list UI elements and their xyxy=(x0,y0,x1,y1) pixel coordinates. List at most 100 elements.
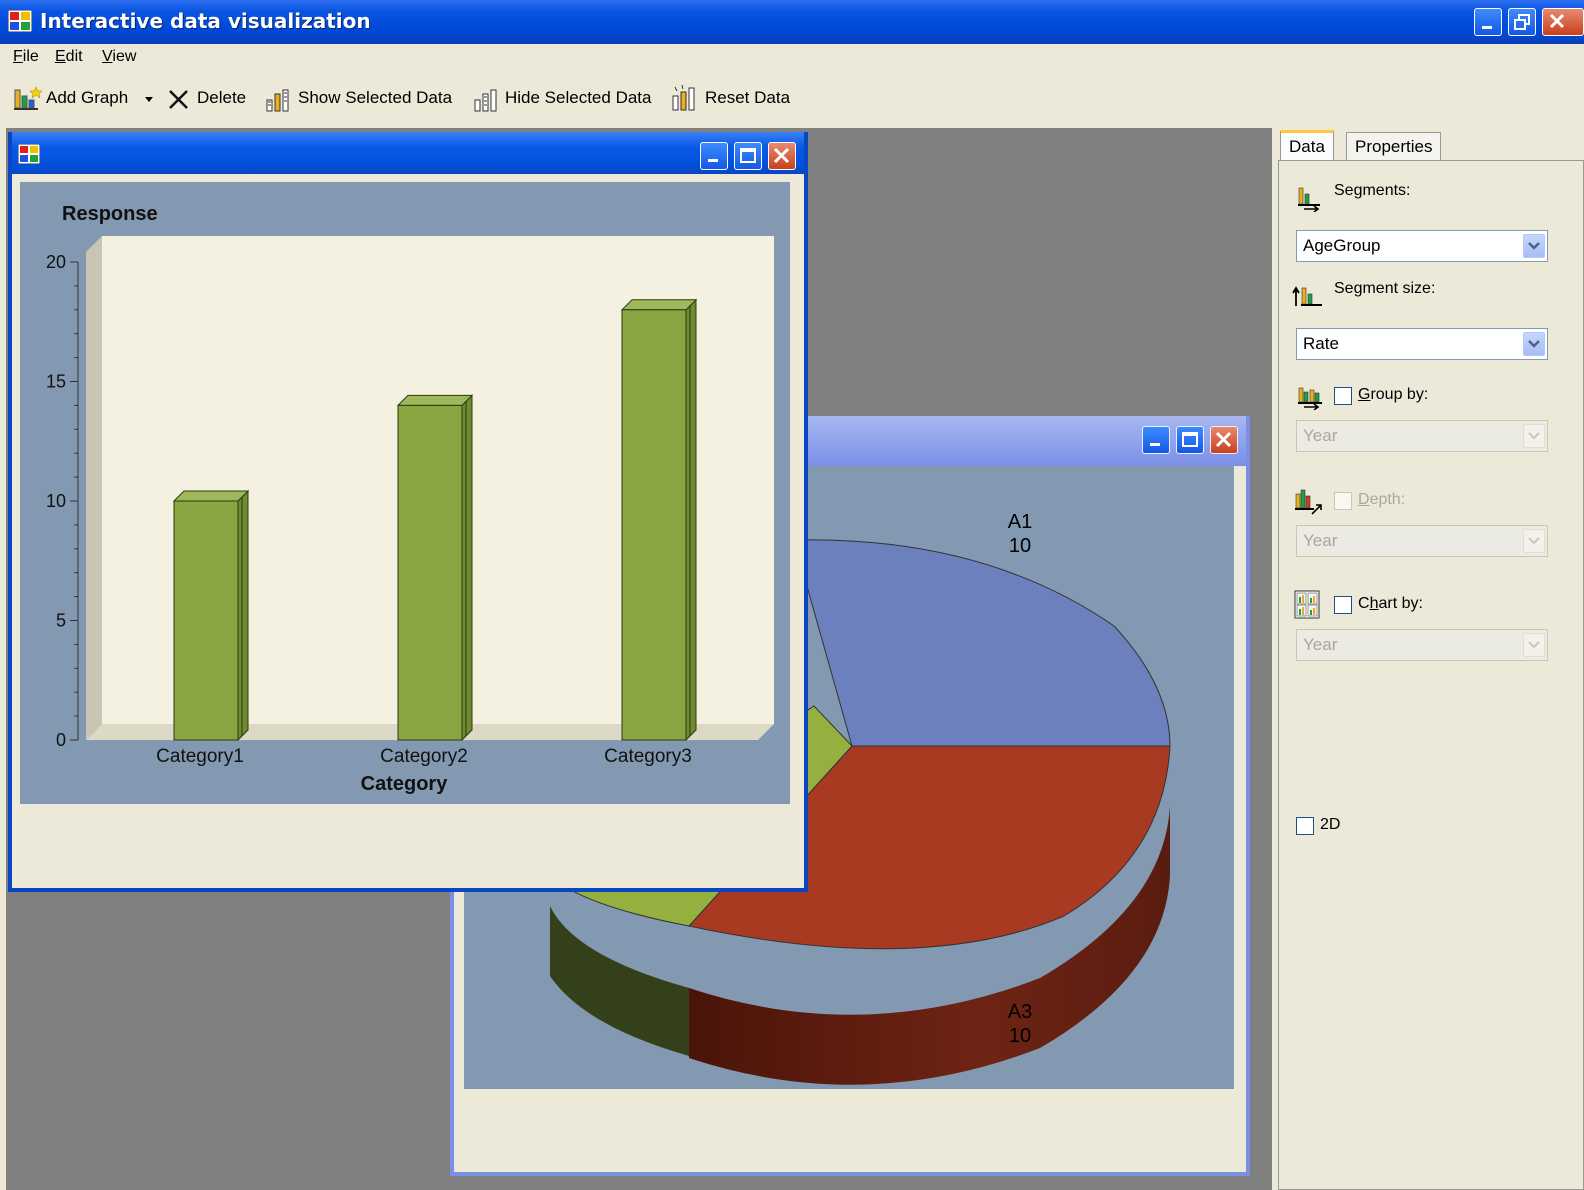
chevron-down-icon xyxy=(1523,633,1545,657)
restore-button[interactable] xyxy=(1508,8,1536,36)
tab-properties[interactable]: Properties xyxy=(1346,132,1442,162)
bar-side-1 xyxy=(237,489,249,742)
group-by-checkbox[interactable] xyxy=(1334,387,1352,405)
segment-size-value: Rate xyxy=(1303,334,1339,353)
pie-label-a1-name: A1 xyxy=(1008,511,1032,533)
segments-icon xyxy=(1298,187,1320,212)
y-tick-label: 15 xyxy=(46,372,66,392)
menu-edit-label: dit xyxy=(65,48,83,65)
bar-side-2 xyxy=(461,394,473,742)
two-d-checkbox[interactable] xyxy=(1296,817,1314,835)
tab-page-data xyxy=(1278,160,1584,1190)
segment-size-label: Segment size: xyxy=(1334,280,1436,297)
chart-by-checkbox[interactable] xyxy=(1334,596,1352,614)
depth-icon xyxy=(1295,489,1322,515)
depth-accel: D xyxy=(1358,491,1370,508)
menu-file-label: ile xyxy=(22,48,39,65)
group-by-label: Group by: xyxy=(1358,386,1428,404)
segments-value: AgeGroup xyxy=(1303,236,1381,255)
group-by-value: Year xyxy=(1303,426,1338,445)
toolbar: Add Graph Delete Show Selected Data Hide… xyxy=(0,74,1584,126)
hide-selected-data-icon xyxy=(474,89,497,112)
menu-view[interactable]: View xyxy=(102,48,136,66)
depth-label: Depth: xyxy=(1358,491,1405,509)
chevron-down-icon xyxy=(1523,529,1545,553)
bar-window-maximize-button[interactable] xyxy=(734,142,762,170)
bar-window-title-bar[interactable] xyxy=(12,132,804,174)
tab-data[interactable]: Data xyxy=(1280,130,1334,160)
chart-by-label-text: art by: xyxy=(1378,595,1423,612)
show-selected-data-icon xyxy=(266,89,289,112)
main-title-bar[interactable]: Interactive data visualization xyxy=(0,0,1584,44)
segments-label: Segments: xyxy=(1334,182,1411,199)
x-tick-label: Category3 xyxy=(604,746,692,767)
chart-by-icon xyxy=(1294,590,1320,619)
chevron-down-icon xyxy=(1523,424,1545,448)
delete-button[interactable]: Delete xyxy=(197,88,246,108)
bar-top-1 xyxy=(172,490,250,502)
app-icon xyxy=(8,10,32,32)
chart-by-value: Year xyxy=(1303,635,1338,654)
chart-by-dropdown[interactable]: Year xyxy=(1296,629,1548,661)
pie-window-maximize-button[interactable] xyxy=(1176,426,1204,454)
add-graph-button[interactable]: Add Graph xyxy=(46,88,128,108)
menu-file[interactable]: File xyxy=(13,48,39,66)
depth-label-text: epth: xyxy=(1369,491,1406,508)
properties-panel: Data Properties Segments: AgeGroup Segme… xyxy=(1276,128,1584,1190)
reset-data-button[interactable]: Reset Data xyxy=(705,88,790,108)
x-tick-label: Category1 xyxy=(156,746,244,767)
y-tick-label: 5 xyxy=(56,611,66,631)
bar-top-2 xyxy=(396,394,474,406)
pie-label-a3-name: A3 xyxy=(1008,1001,1032,1023)
pie-window-minimize-button[interactable] xyxy=(1142,426,1170,454)
bar-chart-side-wall xyxy=(86,236,102,740)
close-button[interactable] xyxy=(1542,8,1584,36)
bar-top-3 xyxy=(620,299,698,311)
hide-selected-data-button[interactable]: Hide Selected Data xyxy=(505,88,651,108)
menu-file-accel: F xyxy=(13,48,23,65)
add-graph-icon xyxy=(14,86,42,110)
bar-3[interactable] xyxy=(621,309,687,741)
bar-2[interactable] xyxy=(397,404,463,741)
window-title: Interactive data visualization xyxy=(40,9,371,33)
x-tick-label: Category2 xyxy=(380,746,468,767)
depth-value: Year xyxy=(1303,531,1338,550)
chart-by-label-pre: C xyxy=(1358,595,1370,612)
group-by-dropdown[interactable]: Year xyxy=(1296,420,1548,452)
dropdown-arrow-icon[interactable] xyxy=(144,96,154,104)
chevron-down-icon xyxy=(1523,234,1545,258)
depth-dropdown[interactable]: Year xyxy=(1296,525,1548,557)
menu-view-accel: V xyxy=(102,48,113,65)
bar-chart-window[interactable]: Response 0 5 10 15 20 Category1 Category2 Catego… xyxy=(8,132,808,892)
group-by-icon xyxy=(1298,387,1322,410)
x-axis-label: Category xyxy=(361,773,449,795)
pie-window-close-button[interactable] xyxy=(1210,426,1238,454)
delete-icon xyxy=(169,90,188,109)
segment-size-dropdown[interactable]: Rate xyxy=(1296,328,1548,360)
show-selected-data-button[interactable]: Show Selected Data xyxy=(298,88,452,108)
bar-window-close-button[interactable] xyxy=(768,142,796,170)
reset-data-icon xyxy=(672,84,695,111)
chevron-down-icon xyxy=(1523,332,1545,356)
chart-by-label: Chart by: xyxy=(1358,595,1423,613)
y-tick-label: 20 xyxy=(46,252,66,272)
two-d-label: 2D xyxy=(1320,816,1341,833)
bar-side-3 xyxy=(685,298,697,742)
segments-dropdown[interactable]: AgeGroup xyxy=(1296,230,1548,262)
segment-size-icon xyxy=(1292,286,1322,306)
pie-label-a1-value: 10 xyxy=(1009,535,1031,557)
menu-view-label: iew xyxy=(112,48,137,65)
pie-label-a3-value: 10 xyxy=(1009,1025,1031,1047)
minimize-button[interactable] xyxy=(1474,8,1502,36)
depth-checkbox[interactable] xyxy=(1334,492,1352,510)
bar-1[interactable] xyxy=(173,500,239,741)
group-by-label-text: roup by: xyxy=(1370,386,1429,403)
group-by-accel: G xyxy=(1358,386,1371,403)
y-tick-label: 10 xyxy=(46,491,66,511)
bar-window-minimize-button[interactable] xyxy=(700,142,728,170)
chart-title: Response xyxy=(62,203,158,225)
menu-bar: File Edit View xyxy=(0,44,1584,74)
y-tick-label: 0 xyxy=(56,730,66,750)
bar-chart[interactable]: Response 0 5 10 15 20 Category1 Category2 Catego… xyxy=(20,182,790,804)
menu-edit[interactable]: Edit xyxy=(55,48,83,66)
